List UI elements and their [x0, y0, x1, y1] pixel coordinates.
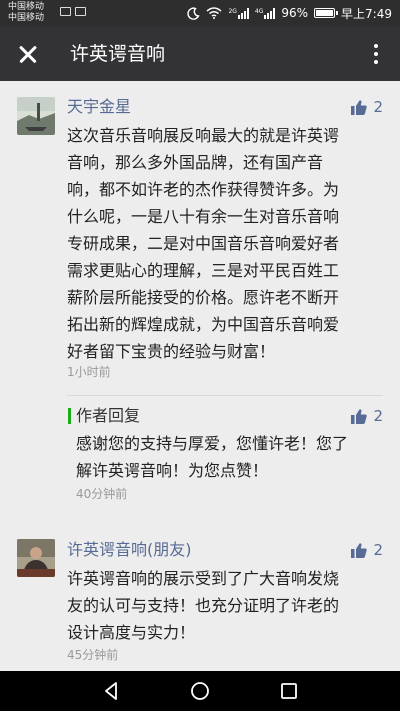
signal-bars-icon	[237, 7, 249, 19]
reply-line: 解许英谔音响！为您点赞！	[76, 461, 269, 480]
notification-icons	[60, 7, 86, 16]
reply-like-button[interactable]: 2	[351, 407, 383, 425]
carrier-labels: 中国移动 中国移动	[8, 2, 44, 24]
avatar[interactable]	[17, 539, 55, 577]
more-dot	[374, 52, 378, 56]
comment-line: 友的认可与支持！也充分证明了许老的	[67, 596, 340, 615]
comment-body: 许英谔音响的展示受到了广大音响发烧 友的认可与支持！也充分证明了许老的 设计高度…	[67, 565, 381, 646]
more-dot	[374, 60, 378, 64]
system-nav-bar	[0, 671, 400, 711]
page-title: 许英谔音响	[70, 43, 166, 65]
reply-body: 感谢您的支持与厚爱，您懂许老！您了 解许英谔音响！为您点赞！	[76, 430, 382, 484]
like-count: 2	[373, 407, 383, 425]
thumbs-up-icon	[351, 542, 368, 558]
comment-line: 许英谔音响的展示受到了广大音响发烧	[67, 569, 340, 588]
like-button[interactable]: 2	[351, 98, 383, 116]
app-bar: 许英谔音响	[0, 27, 400, 81]
avatar[interactable]	[17, 97, 55, 135]
comment-body: 这次音乐音响展反响最大的就是许英谔 音响，那么多外国品牌，还有国产音 响，都不如…	[67, 122, 381, 365]
more-options-button[interactable]	[364, 37, 388, 71]
comment-line: 这次音乐音响展反响最大的就是许英谔	[67, 126, 340, 145]
battery-icon	[314, 8, 339, 18]
comment-line: 专研成果，二是对中国音乐音响爱好者	[67, 234, 340, 253]
circle-home-icon[interactable]	[188, 679, 212, 703]
reply-time: 40分钟前	[76, 487, 128, 501]
reply-author: 作者回复	[76, 406, 141, 425]
more-vertical-icon	[374, 44, 378, 48]
reply-divider	[67, 395, 383, 396]
comment-list: 天宇金星 2 这次音乐音响展反响最大的就是许英谔 音响，那么多外国品牌，还有国产…	[0, 81, 400, 671]
battery-percent: 96%	[281, 6, 309, 20]
status-bar: 中国移动 中国移动 2G 4G 96% 早上7:49	[0, 0, 400, 27]
comment-author[interactable]: 许英谔音响(朋友)	[67, 539, 192, 561]
briefcase-icon	[60, 7, 71, 16]
photo-icon	[75, 7, 86, 16]
thumbs-up-icon	[351, 408, 368, 424]
comment-line: 好者留下宝贵的经验与财富！	[67, 342, 276, 361]
comment-line: 什么呢，一是八十有余一生对音乐音响	[67, 207, 340, 226]
battery-fill	[316, 10, 334, 16]
status-right: 2G 4G 96% 早上7:49	[187, 5, 392, 21]
signal-2: 4G	[255, 7, 276, 19]
avatar-image	[17, 539, 55, 577]
thumbs-up-icon	[351, 99, 368, 115]
moon-icon	[187, 6, 201, 20]
comment-line: 薪阶层所能接受的价格。愿许老不断开	[67, 288, 340, 307]
wifi-icon	[206, 7, 222, 19]
signal-1: 2G	[228, 7, 249, 19]
reply-accent-bar	[68, 408, 71, 424]
avatar-image	[17, 97, 55, 135]
comment-line: 音响，那么多外国品牌，还有国产音	[67, 153, 324, 172]
like-button[interactable]: 2	[351, 541, 383, 559]
carrier-1: 中国移动	[8, 2, 45, 12]
square-recent-icon[interactable]	[277, 679, 301, 703]
comment-line: 需求更贴心的理解，三是对平民百姓工	[67, 261, 340, 280]
comment-author[interactable]: 天宇金星	[67, 96, 131, 118]
comment-line: 设计高度与实力！	[67, 623, 196, 642]
comment-line: 响，都不如许老的杰作获得赞许多。为	[67, 180, 340, 199]
like-count: 2	[373, 98, 383, 116]
triangle-back-icon[interactable]	[99, 679, 123, 703]
comment-line: 拓出新的辉煌成就，为中国音乐音响爱	[67, 315, 340, 334]
reply-line: 感谢您的支持与厚爱，您懂许老！您了	[76, 434, 349, 453]
comment-time: 45分钟前	[67, 648, 119, 662]
signal-bars-icon	[264, 7, 276, 19]
carrier-2: 中国移动	[8, 13, 45, 23]
close-button[interactable]	[8, 34, 48, 74]
comment-time: 1小时前	[67, 365, 111, 379]
clock: 早上7:49	[341, 6, 392, 21]
like-count: 2	[373, 541, 383, 559]
